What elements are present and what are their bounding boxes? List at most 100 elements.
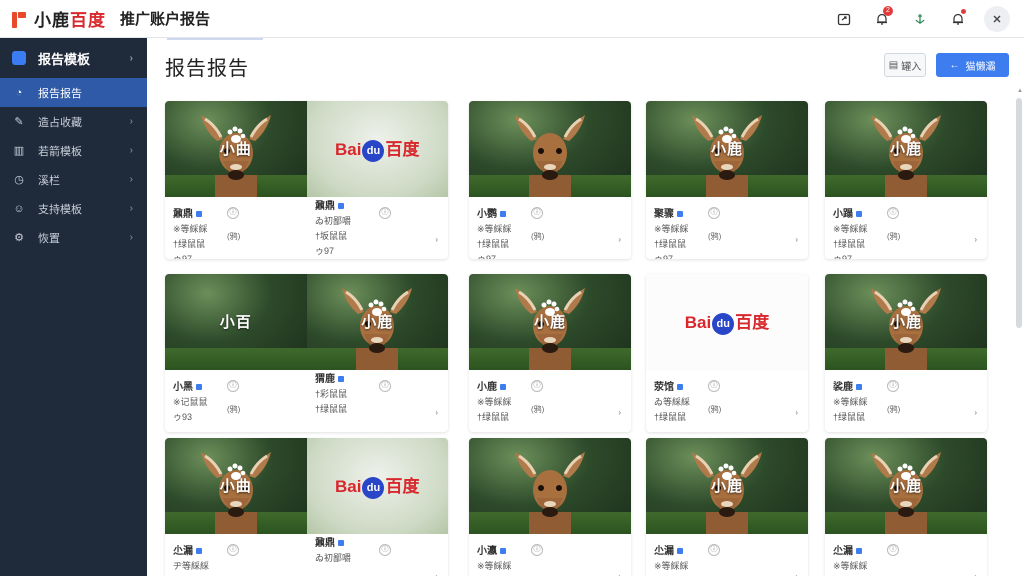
info-circle-icon[interactable]: ⓘ xyxy=(708,380,720,392)
close-button[interactable] xyxy=(984,6,1010,32)
card-line: †绿鼠鼠 xyxy=(833,412,866,422)
chevron-right-icon[interactable]: › xyxy=(618,408,621,417)
tab-indicator xyxy=(167,38,263,40)
info-circle-icon[interactable]: ⓘ xyxy=(379,207,391,219)
template-icon xyxy=(12,51,26,65)
import-icon: ▤ xyxy=(888,59,899,71)
notification-bell-icon[interactable]: 2 xyxy=(870,6,894,31)
paw-icon xyxy=(897,299,916,316)
logo[interactable]: 小鹿百度 xyxy=(12,6,106,31)
report-card[interactable]: 小鹦 ※等綵綵 †绿鼠鼠 ゥ97 ⓘ (鸦) › xyxy=(469,101,631,259)
scrollbar[interactable] xyxy=(1016,98,1022,328)
chart-icon: ◔ xyxy=(15,86,23,99)
card-title: 尐漏 xyxy=(173,542,440,557)
chevron-right-icon[interactable]: › xyxy=(435,408,438,417)
info-circle-icon[interactable]: ⓘ xyxy=(227,207,239,219)
chevron-right-icon[interactable]: › xyxy=(618,572,621,576)
info-circle-icon[interactable]: ⓘ xyxy=(708,544,720,556)
thumbnail-image[interactable]: 小曲 xyxy=(165,438,307,534)
info-circle-icon[interactable]: ⓘ xyxy=(887,380,899,392)
sidebar-item-1[interactable]: ✎ 造占收藏 › xyxy=(0,107,147,136)
report-card[interactable]: 小鹿 小鹿 ※等綵綵 †绿鼠鼠 ⓘ (鸦) › xyxy=(469,274,631,432)
card-line: †绿鼠鼠 xyxy=(477,239,510,249)
sidebar-header[interactable]: 报告模板 › xyxy=(0,38,147,78)
export-icon[interactable] xyxy=(832,7,856,31)
card-meta: (鸦) xyxy=(227,405,241,414)
top-actions: 2 xyxy=(832,6,1010,32)
gear-icon: ⚙ xyxy=(14,232,24,244)
info-circle-icon[interactable]: ⓘ xyxy=(531,380,543,392)
chevron-right-icon[interactable]: › xyxy=(974,235,977,244)
scroll-up-arrow[interactable]: ▲ xyxy=(1017,88,1023,94)
sidebar-item-4[interactable]: ☺ 支持模板 › xyxy=(0,194,147,223)
close-icon xyxy=(993,15,1001,23)
report-card[interactable]: 小曲 Bai du 百度 鼐鼎 ※等綵綵 †绿鼠鼠 ゥ97 ⓘ (鸦) 鼐鼎 ゐ初鄙嚼 †坂鼠鼠 ゥ97 ⓘ… xyxy=(165,101,448,259)
paw-icon xyxy=(897,463,916,480)
info-circle-icon[interactable]: ⓘ xyxy=(887,544,899,556)
sidebar-item-5[interactable]: ⚙ 恢置 › xyxy=(0,223,147,252)
card-title: 小鹿 xyxy=(477,378,623,393)
card-line: ※等綵綵 xyxy=(477,561,512,571)
pen-icon: ✎ xyxy=(14,116,24,128)
info-circle-icon[interactable]: ⓘ xyxy=(227,380,239,392)
thumbnail-image[interactable]: Bai du 百度 xyxy=(306,101,448,197)
card-line: ※等綵綵 xyxy=(654,224,689,234)
card-title: 鼐鼎 xyxy=(315,534,351,549)
card-title: 尐漏 xyxy=(833,542,979,557)
card-line: †绿鼠鼠 xyxy=(654,239,687,249)
thumbnail-image[interactable]: Bai du 百度 xyxy=(306,438,448,534)
card-title: 小瀛 xyxy=(477,542,623,557)
thumbnail-image[interactable] xyxy=(469,101,631,197)
chevron-right-icon[interactable]: › xyxy=(435,572,438,576)
chevron-right-icon: › xyxy=(129,203,133,214)
sidebar-item-3[interactable]: ◷ 溪栏 › xyxy=(0,165,147,194)
import-button[interactable]: ▤ 罐入 xyxy=(884,53,926,77)
report-card[interactable]: 小鹿 聚骤 ※等綵綵 †绿鼠鼠 ゥ97 ⓘ (鸦) › xyxy=(646,101,808,259)
thumbnail-image[interactable]: 小鹿 xyxy=(469,274,631,370)
info-circle-icon[interactable]: ⓘ xyxy=(887,207,899,219)
info-circle-icon[interactable]: ⓘ xyxy=(227,544,239,556)
thumbnail-image[interactable]: 小鹿 xyxy=(825,438,987,534)
report-card[interactable]: Bai du 百度 荥馆 ゐ等綵綵 †绿鼠鼠 ⓘ (鸦) › xyxy=(646,274,808,432)
report-card[interactable]: 小曲Baidu百度尐漏ヂ等綵綵†绿鼠鼠ⓘ鼐鼎ゐ初鄙嚼ⓘ› xyxy=(165,438,448,576)
chevron-right-icon: › xyxy=(129,232,133,243)
chevron-right-icon[interactable]: › xyxy=(795,235,798,244)
report-card[interactable]: 小瀛 ※等綵綵 ⓘ › xyxy=(469,438,631,576)
sidebar-item-0[interactable]: ◔ 报告报告 xyxy=(0,78,147,107)
primary-action-button[interactable]: ← 猫懒灞 xyxy=(936,53,1009,77)
info-circle-icon[interactable]: ⓘ xyxy=(379,544,391,556)
info-circle-icon[interactable]: ⓘ xyxy=(379,380,391,392)
chevron-right-icon[interactable]: › xyxy=(795,408,798,417)
report-card[interactable]: 小鹿尐漏 ※等綵綵 ⓘ › xyxy=(825,438,987,576)
info-circle-icon[interactable]: ⓘ xyxy=(708,207,720,219)
info-circle-icon[interactable]: ⓘ xyxy=(531,544,543,556)
thumbnail-image[interactable] xyxy=(469,438,631,534)
report-card[interactable]: 小鹿 裟鹿 ※等綵綵 †绿鼠鼠 ⓘ (鸦) › xyxy=(825,274,987,432)
thumbnail-image[interactable]: 小鹿 xyxy=(646,101,808,197)
card-line: †彩鼠鼠 xyxy=(315,389,348,399)
thumbnail-image[interactable]: 小鹿 xyxy=(306,274,448,370)
thumbnail-image[interactable]: 小百 xyxy=(165,274,307,370)
sidebar-item-label: 造占收藏 xyxy=(38,116,82,129)
report-card[interactable]: 小百 小鹿 小黑 ※记鼠鼠 ゥ93 ⓘ (鸦) 猬鹿 †彩鼠鼠 †绿鼠鼠 ⓘ › xyxy=(165,274,448,432)
anchor-icon[interactable] xyxy=(908,7,932,31)
card-title: 小黑 xyxy=(173,378,440,393)
info-circle-icon[interactable]: ⓘ xyxy=(531,207,543,219)
chevron-right-icon[interactable]: › xyxy=(618,235,621,244)
chevron-right-icon[interactable]: › xyxy=(974,408,977,417)
chevron-right-icon[interactable]: › xyxy=(974,572,977,576)
card-meta: (鸦) xyxy=(887,232,901,241)
thumbnail-image[interactable]: Bai du 百度 xyxy=(646,274,808,370)
report-card[interactable]: 小鹿尐漏 ※等綵綵 ⓘ › xyxy=(646,438,808,576)
card-line: ゥ97 xyxy=(833,254,853,259)
thumbnail-image[interactable]: 小曲 xyxy=(165,101,307,197)
alert-bell-icon[interactable] xyxy=(946,7,970,31)
thumbnail-image[interactable]: 小鹿 xyxy=(825,101,987,197)
thumbnail-image[interactable]: 小鹿 xyxy=(646,438,808,534)
report-card[interactable]: 小鹿 小蹋 ※等綵綵 †绿鼠鼠 ゥ97 ⓘ (鸦) › xyxy=(825,101,987,259)
chevron-right-icon[interactable]: › xyxy=(435,235,438,244)
thumbnail-image[interactable]: 小鹿 xyxy=(825,274,987,370)
sidebar-item-label: 支持模板 xyxy=(38,203,82,216)
chevron-right-icon[interactable]: › xyxy=(795,572,798,576)
sidebar-item-2[interactable]: ▥ 若箭模板 › xyxy=(0,136,147,165)
